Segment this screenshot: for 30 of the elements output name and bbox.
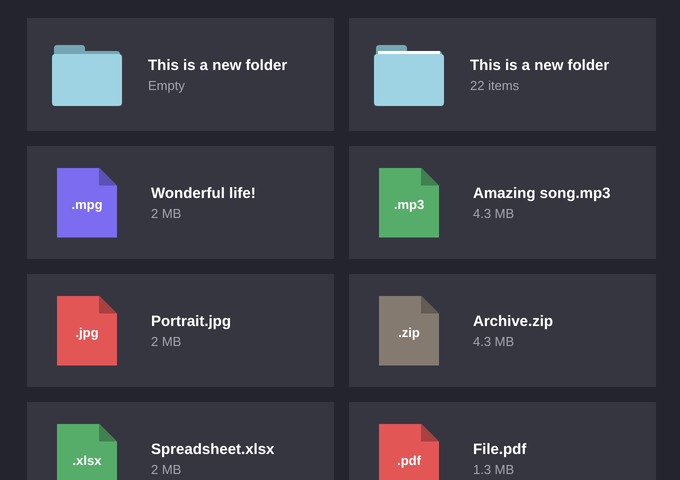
file-icon: .mpg [57, 168, 117, 238]
item-name: Wonderful life! [151, 184, 256, 202]
item-detail: 2 MB [151, 334, 182, 348]
item-name: Portrait.jpg [151, 312, 232, 330]
file-icon: .pdf [379, 424, 439, 480]
file-icon: .jpg [57, 296, 117, 366]
file-card[interactable]: This is a new folder Empty [27, 18, 334, 131]
file-icon: .xlsx [57, 424, 117, 480]
item-name: This is a new folder [470, 56, 610, 74]
file-icon: .zip [379, 296, 439, 366]
item-detail: 2 MB [151, 206, 182, 220]
item-detail: Empty [148, 78, 186, 92]
file-icon: .mp3 [379, 168, 439, 238]
file-card[interactable]: .pdf File.pdf 1.3 MB [349, 402, 656, 480]
item-detail: 4.3 MB [473, 206, 516, 220]
item-detail: 1.3 MB [473, 462, 516, 476]
item-name: Amazing song.mp3 [473, 184, 611, 202]
file-card[interactable]: .zip Archive.zip 4.3 MB [349, 274, 656, 387]
item-detail: 4.3 MB [473, 334, 516, 348]
file-card[interactable]: .mpg Wonderful life! 2 MB [27, 146, 334, 259]
item-name: File.pdf [473, 440, 526, 458]
item-detail: 22 items [470, 78, 520, 92]
item-detail: 2 MB [151, 462, 182, 476]
file-card[interactable]: This is a new folder 22 items [349, 18, 656, 131]
file-card[interactable]: .jpg Portrait.jpg 2 MB [27, 274, 334, 387]
file-card[interactable]: .xlsx Spreadsheet.xlsx 2 MB [27, 402, 334, 480]
item-name: This is a new folder [148, 56, 288, 74]
item-name: Archive.zip [473, 312, 554, 330]
item-name: Spreadsheet.xlsx [151, 440, 274, 458]
file-card[interactable]: .mp3 Amazing song.mp3 4.3 MB [349, 146, 656, 259]
